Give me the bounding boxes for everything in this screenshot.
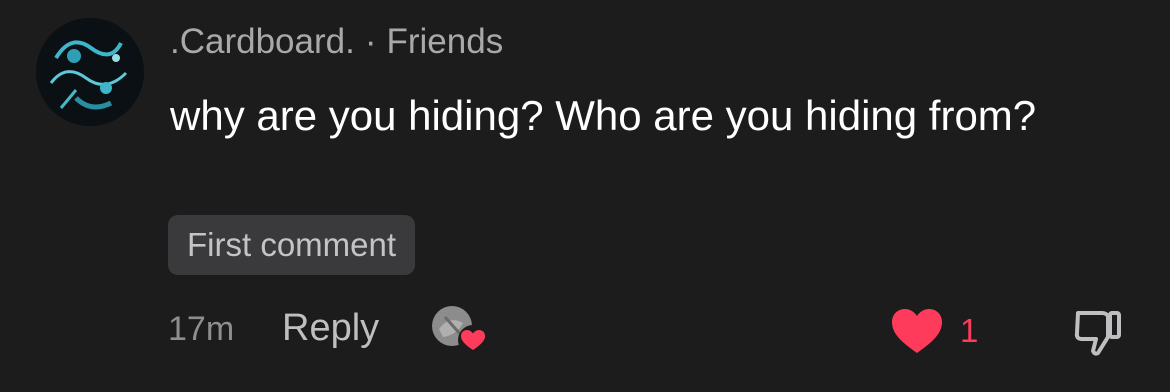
like-button[interactable]: 1 [890, 306, 978, 356]
comment-timestamp: 17m [168, 310, 235, 348]
like-count: 1 [960, 312, 979, 349]
first-comment-badge: First comment [168, 215, 416, 275]
relationship-label: Friends [386, 22, 504, 61]
avatar-art [36, 18, 144, 126]
reply-button[interactable]: Reply [282, 307, 379, 350]
comment-meta: .Cardboard. · Friends [170, 22, 503, 62]
user-avatar[interactable] [36, 18, 144, 126]
dislike-button[interactable] [1072, 307, 1124, 357]
thumbs-down-icon [1074, 311, 1121, 356]
username[interactable]: .Cardboard. [170, 22, 355, 61]
heart-icon [892, 309, 942, 353]
meta-separator: · [364, 22, 377, 61]
comment-text: why are you hiding? Who are you hiding f… [170, 92, 1037, 139]
liked-by-creator-avatar [431, 305, 491, 357]
